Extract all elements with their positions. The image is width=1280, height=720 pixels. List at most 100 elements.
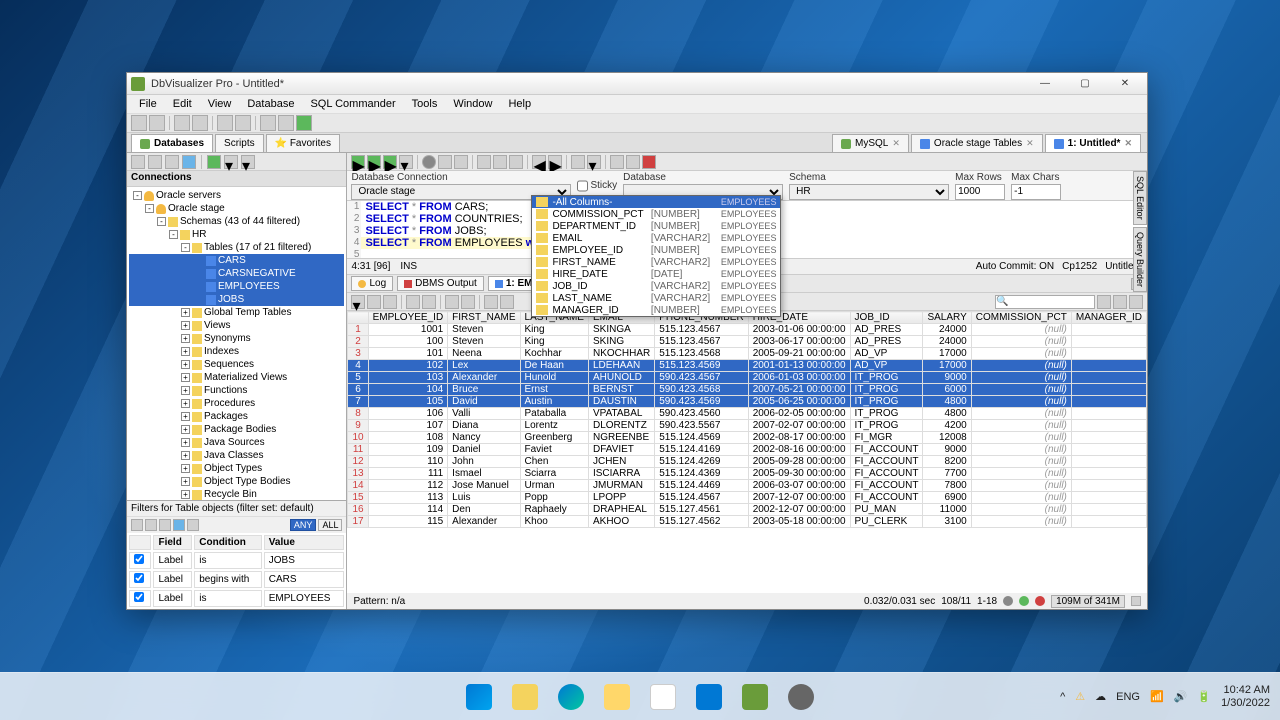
tray-battery-icon[interactable]: 🔋: [1197, 690, 1211, 703]
table-row[interactable]: 15113LuisPoppLPOPP515.124.45672007-12-07…: [348, 492, 1147, 504]
col-header-manager_id[interactable]: MANAGER_ID: [1071, 312, 1146, 324]
grid-prev-icon[interactable]: [422, 295, 436, 309]
system-tray[interactable]: ^ ⚠ ☁ ENG 📶 🔊 🔋 10:42 AM 1/30/2022: [1060, 684, 1270, 708]
tree-toggle-icon[interactable]: -: [145, 204, 154, 213]
menu-view[interactable]: View: [200, 98, 240, 110]
filter-row[interactable]: LabelisEMPLOYEES: [129, 590, 344, 607]
tree-node-recycle-bin[interactable]: +Recycle Bin: [129, 488, 344, 500]
filter-row[interactable]: Labelbegins withCARS: [129, 571, 344, 588]
tree-node-functions[interactable]: +Functions: [129, 384, 344, 397]
star-icon[interactable]: [235, 115, 251, 131]
menu-help[interactable]: Help: [500, 98, 539, 110]
filter-row[interactable]: LabelisJOBS: [129, 552, 344, 569]
execute-dropdown-icon[interactable]: ▾: [399, 155, 413, 169]
grid-first-icon[interactable]: [406, 295, 420, 309]
tree-node-object-type-bodies[interactable]: +Object Type Bodies: [129, 475, 344, 488]
tree-toggle-icon[interactable]: +: [181, 386, 190, 395]
nav-filter-icon[interactable]: [182, 155, 196, 169]
menu-database[interactable]: Database: [239, 98, 302, 110]
grid-search-input[interactable]: [995, 295, 1095, 309]
grid-icon[interactable]: [260, 115, 276, 131]
tree-node-global-temp-tables[interactable]: +Global Temp Tables: [129, 306, 344, 319]
table-row[interactable]: 5103AlexanderHunoldAHUNOLD590.423.456720…: [348, 372, 1147, 384]
tray-volume-icon[interactable]: 🔊: [1174, 690, 1188, 703]
tree-toggle-icon[interactable]: +: [181, 464, 190, 473]
wrap-icon[interactable]: [571, 155, 585, 169]
tree-node-schemas----43-of-44-filtered-[interactable]: -Schemas (43 of 44 filtered): [129, 215, 344, 228]
autocomplete-item-job_id[interactable]: JOB_ID[VARCHAR2]EMPLOYEES: [532, 280, 780, 292]
save-icon[interactable]: [131, 115, 147, 131]
filter-checkbox[interactable]: [134, 554, 144, 564]
grid-next-icon[interactable]: [445, 295, 459, 309]
filter-funnel-icon[interactable]: [173, 519, 185, 531]
tree-node-packages[interactable]: +Packages: [129, 410, 344, 423]
tree-node-cars[interactable]: CARS: [129, 254, 344, 267]
tray-warning-icon[interactable]: ⚠: [1075, 690, 1085, 703]
grid-delete-icon[interactable]: [500, 295, 514, 309]
menu-edit[interactable]: Edit: [165, 98, 200, 110]
menu-window[interactable]: Window: [445, 98, 500, 110]
tree-node-object-types[interactable]: +Object Types: [129, 462, 344, 475]
autocomplete-item-email[interactable]: EMAIL[VARCHAR2]EMPLOYEES: [532, 232, 780, 244]
taskbar[interactable]: ^ ⚠ ☁ ENG 📶 🔊 🔋 10:42 AM 1/30/2022: [0, 672, 1280, 720]
maxchars-input[interactable]: [1011, 184, 1061, 200]
tray-clock[interactable]: 10:42 AM 1/30/2022: [1221, 684, 1270, 708]
tree-toggle-icon[interactable]: +: [181, 477, 190, 486]
prev-icon[interactable]: ◀: [532, 155, 546, 169]
tree-toggle-icon[interactable]: +: [181, 373, 190, 382]
tree-node-indexes[interactable]: +Indexes: [129, 345, 344, 358]
tab-favorites[interactable]: ⭐ Favorites: [266, 134, 340, 152]
files-icon[interactable]: [597, 677, 637, 717]
store-icon[interactable]: [643, 677, 683, 717]
run-icon[interactable]: [296, 115, 312, 131]
titlebar[interactable]: DbVisualizer Pro - Untitled* — ▢ ✕: [127, 73, 1147, 95]
table-row[interactable]: 9107DianaLorentzDLORENTZ590.423.55672007…: [348, 420, 1147, 432]
grid-add-icon[interactable]: [484, 295, 498, 309]
nav-back-icon[interactable]: [131, 155, 145, 169]
view-stop-icon[interactable]: [642, 155, 656, 169]
grid-view1-icon[interactable]: [1097, 295, 1111, 309]
table-row[interactable]: 14112Jose ManuelUrmanJMURMAN515.124.4469…: [348, 480, 1147, 492]
filter-add-icon[interactable]: [131, 519, 143, 531]
tray-language[interactable]: ENG: [1116, 691, 1140, 703]
maximize-button[interactable]: ▢: [1071, 76, 1099, 92]
next-icon[interactable]: ▶: [548, 155, 562, 169]
nav-home-icon[interactable]: [148, 155, 162, 169]
autocomplete-popup[interactable]: -All Columns-EMPLOYEESCOMMISSION_PCT[NUM…: [531, 195, 781, 317]
tray-onedrive-icon[interactable]: ☁: [1095, 690, 1106, 703]
col-header-commission_pct[interactable]: COMMISSION_PCT: [971, 312, 1071, 324]
col-header-job_id[interactable]: JOB_ID: [850, 312, 923, 324]
tree-toggle-icon[interactable]: +: [181, 490, 190, 499]
tree-node-procedures[interactable]: +Procedures: [129, 397, 344, 410]
dbvis-taskbar-icon[interactable]: [735, 677, 775, 717]
tree-node-oracle-servers[interactable]: -Oracle servers: [129, 189, 344, 202]
settings-dropdown-icon[interactable]: ▾: [587, 155, 601, 169]
tree-node-oracle-stage[interactable]: -Oracle stage: [129, 202, 344, 215]
tray-wifi-icon[interactable]: 📶: [1150, 690, 1164, 703]
close-tab-icon[interactable]: ✕: [1026, 138, 1034, 149]
execute-current-icon[interactable]: ▶: [383, 155, 397, 169]
table-row[interactable]: 6104BruceErnstBERNST590.423.45682007-05-…: [348, 384, 1147, 396]
tree-node-java-sources[interactable]: +Java Sources: [129, 436, 344, 449]
tree-node-carsnegative[interactable]: CARSNEGATIVE: [129, 267, 344, 280]
table-row[interactable]: 17115AlexanderKhooAKHOO515.127.45622003-…: [348, 516, 1147, 528]
filter-clear-icon[interactable]: [159, 519, 171, 531]
tree-toggle-icon[interactable]: +: [181, 308, 190, 317]
autocomplete-item-last_name[interactable]: LAST_NAME[VARCHAR2]EMPLOYEES: [532, 292, 780, 304]
tree-node-java-classes[interactable]: +Java Classes: [129, 449, 344, 462]
tree-toggle-icon[interactable]: +: [181, 360, 190, 369]
open-icon[interactable]: [149, 115, 165, 131]
tree-node-employees[interactable]: EMPLOYEES: [129, 280, 344, 293]
nav-refresh-icon[interactable]: [207, 155, 221, 169]
grid-view3-icon[interactable]: [1129, 295, 1143, 309]
tree-toggle-icon[interactable]: -: [181, 243, 190, 252]
database-tree[interactable]: -Oracle servers-Oracle stage-Schemas (43…: [127, 187, 346, 500]
autocomplete-item-employee_id[interactable]: EMPLOYEE_ID[NUMBER]EMPLOYEES: [532, 244, 780, 256]
grid-refresh-icon[interactable]: ▾: [351, 295, 365, 309]
table-row[interactable]: 7105DavidAustinDAUSTIN590.423.45692005-0…: [348, 396, 1147, 408]
table-row[interactable]: 11001StevenKingSKINGA515.123.45672003-01…: [348, 324, 1147, 336]
explorer-icon[interactable]: [505, 677, 545, 717]
undo-icon[interactable]: [174, 115, 190, 131]
tree-node-hr[interactable]: -HR: [129, 228, 344, 241]
tree-toggle-icon[interactable]: +: [181, 321, 190, 330]
